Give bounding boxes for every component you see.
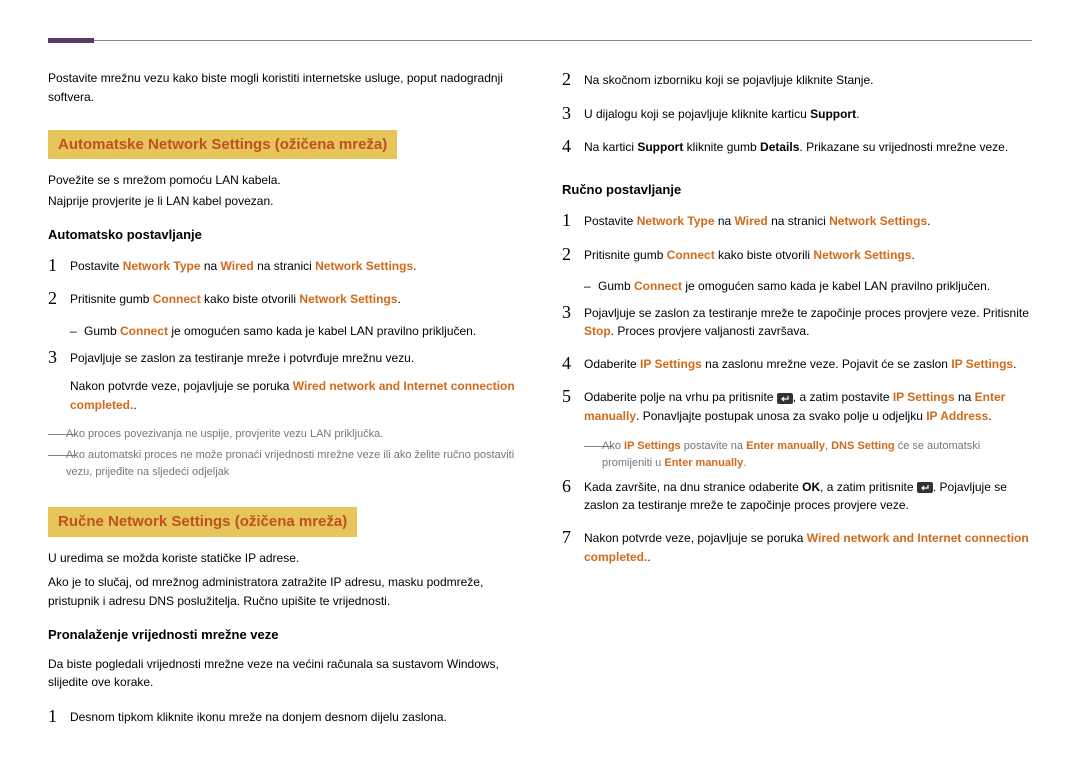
auto-p1: Povežite se s mrežom pomoću LAN kabela. — [48, 171, 518, 190]
step-text: U dijalogu koji se pojavljuje kliknite k… — [584, 103, 1032, 124]
step-number: 3 — [48, 347, 70, 369]
step-number: 6 — [562, 476, 584, 498]
step-number: 2 — [48, 288, 70, 310]
auto-note-2: ―― Ako automatski proces ne može pronaći… — [48, 447, 518, 481]
manual-settings-heading: Ručne Network Settings (ožičena mreža) — [48, 507, 357, 536]
step-text: Pritisnite gumb Connect kako biste otvor… — [70, 288, 518, 309]
step-number: 1 — [562, 210, 584, 232]
find-values-intro: Da biste pogledali vrijednosti mrežne ve… — [48, 655, 518, 692]
manual-step-5-note: ―― Ako IP Settings postavite na Enter ma… — [584, 438, 1032, 472]
auto-note-1: ―― Ako proces povezivanja ne uspije, pro… — [48, 426, 518, 443]
find-step-3: 3 U dijalogu koji se pojavljuje kliknite… — [562, 103, 1032, 125]
manual-step-2: 2 Pritisnite gumb Connect kako biste otv… — [562, 244, 1032, 266]
step-text: Odaberite IP Settings na zaslonu mrežne … — [584, 353, 1032, 374]
manual-step-7: 7 Nakon potvrde veze, pojavljuje se poru… — [562, 527, 1032, 566]
step-text: Pojavljuje se zaslon za testiranje mreže… — [70, 347, 518, 415]
find-values-subheading: Pronalaženje vrijednosti mrežne veze — [48, 625, 518, 645]
auto-settings-heading: Automatske Network Settings (ožičena mre… — [48, 130, 397, 159]
right-column: 2 Na skočnom izborniku koji se pojavljuj… — [562, 69, 1032, 739]
auto-step-2: 2 Pritisnite gumb Connect kako biste otv… — [48, 288, 518, 310]
manual-p2: Ako je to slučaj, od mrežnog administrat… — [48, 573, 518, 610]
content-columns: Postavite mrežnu vezu kako biste mogli k… — [48, 69, 1032, 739]
step-number: 4 — [562, 353, 584, 375]
long-dash-icon: ―― — [584, 438, 602, 472]
note-text: Ako automatski proces ne može pronaći vr… — [66, 447, 518, 481]
step-text: Postavite Network Type na Wired na stran… — [70, 255, 518, 276]
manual-step-6: 6 Kada završite, na dnu stranice odaberi… — [562, 476, 1032, 515]
step-number: 2 — [562, 244, 584, 266]
manual-p1: U uredima se možda koriste statičke IP a… — [48, 549, 518, 568]
long-dash-icon: ―― — [48, 426, 66, 443]
find-step-1: 1 Desnom tipkom kliknite ikonu mreže na … — [48, 706, 518, 728]
left-column: Postavite mrežnu vezu kako biste mogli k… — [48, 69, 518, 739]
auto-step-3: 3 Pojavljuje se zaslon za testiranje mre… — [48, 347, 518, 415]
manual-step-2-note: ‒ Gumb Connect je omogućen samo kada je … — [584, 277, 1032, 296]
dash-icon: ‒ — [70, 322, 84, 341]
manual-step-1: 1 Postavite Network Type na Wired na str… — [562, 210, 1032, 232]
note-text: Ako proces povezivanja ne uspije, provje… — [66, 426, 383, 443]
auto-p2: Najprije provjerite je li LAN kabel pove… — [48, 192, 518, 211]
note-text: Ako IP Settings postavite na Enter manua… — [602, 438, 1032, 472]
step-number: 5 — [562, 386, 584, 408]
manual-setup-subheading: Ručno postavljanje — [562, 180, 1032, 200]
header-rule — [48, 40, 1032, 41]
dash-icon: ‒ — [584, 277, 598, 296]
auto-setup-subheading: Automatsko postavljanje — [48, 225, 518, 245]
manual-step-5: 5 Odaberite polje na vrhu pa pritisnite … — [562, 386, 1032, 425]
step-number: 2 — [562, 69, 584, 91]
step-text: Na skočnom izborniku koji se pojavljuje … — [584, 69, 1032, 90]
find-step-4: 4 Na kartici Support kliknite gumb Detai… — [562, 136, 1032, 158]
step-text: Pojavljuje se zaslon za testiranje mreže… — [584, 302, 1032, 341]
manual-step-4: 4 Odaberite IP Settings na zaslonu mrežn… — [562, 353, 1032, 375]
step-number: 3 — [562, 302, 584, 324]
find-step-2: 2 Na skočnom izborniku koji se pojavljuj… — [562, 69, 1032, 91]
step-text: Desnom tipkom kliknite ikonu mreže na do… — [70, 706, 518, 727]
step-text: Na kartici Support kliknite gumb Details… — [584, 136, 1032, 157]
step-number: 1 — [48, 706, 70, 728]
step-text: Nakon potvrde veze, pojavljuje se poruka… — [584, 527, 1032, 566]
step-text: Kada završite, na dnu stranice odaberite… — [584, 476, 1032, 515]
step-number: 4 — [562, 136, 584, 158]
enter-icon — [777, 393, 793, 404]
step-number: 7 — [562, 527, 584, 549]
long-dash-icon: ―― — [48, 447, 66, 481]
enter-icon — [917, 482, 933, 493]
step-text: Pritisnite gumb Connect kako biste otvor… — [584, 244, 1032, 265]
step-number: 3 — [562, 103, 584, 125]
intro-text: Postavite mrežnu vezu kako biste mogli k… — [48, 69, 518, 106]
auto-step-2-note: ‒ Gumb Connect je omogućen samo kada je … — [70, 322, 518, 341]
step-text: Postavite Network Type na Wired na stran… — [584, 210, 1032, 231]
step-text: Odaberite polje na vrhu pa pritisnite , … — [584, 386, 1032, 425]
manual-step-3: 3 Pojavljuje se zaslon za testiranje mre… — [562, 302, 1032, 341]
note-text: Gumb Connect je omogućen samo kada je ka… — [598, 277, 990, 296]
step-number: 1 — [48, 255, 70, 277]
auto-step-1: 1 Postavite Network Type na Wired na str… — [48, 255, 518, 277]
note-text: Gumb Connect je omogućen samo kada je ka… — [84, 322, 476, 341]
